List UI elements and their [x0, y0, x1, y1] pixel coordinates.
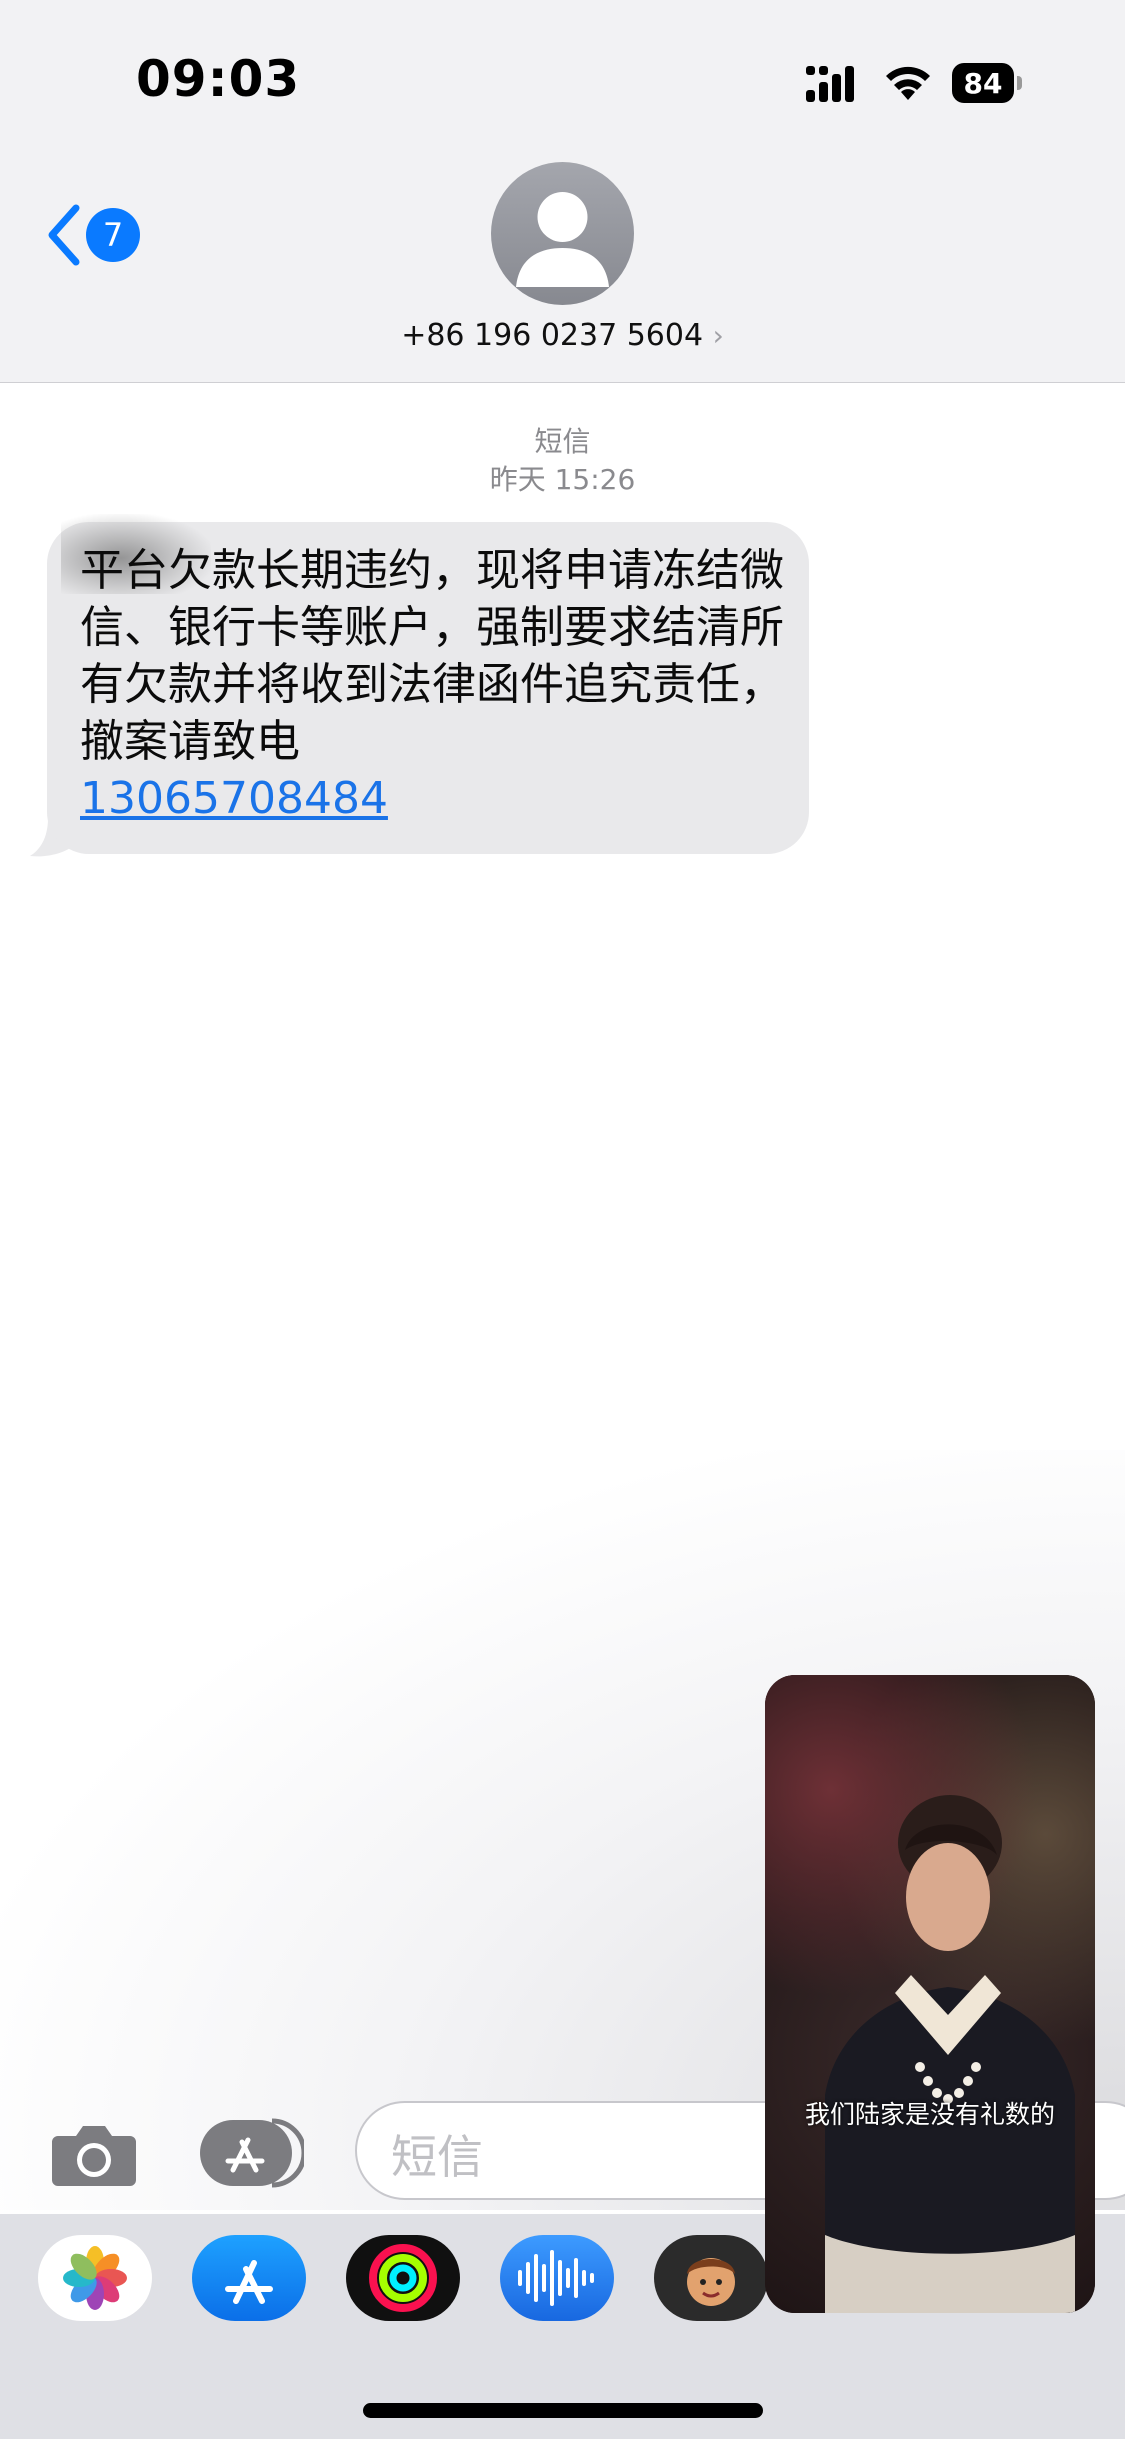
picture-in-picture-video[interactable]: 我们陆家是没有礼数的	[765, 1675, 1095, 2313]
memoji-icon	[687, 2258, 735, 2306]
message-timestamp: 昨天 15:26	[489, 463, 636, 496]
app-store-a-icon	[225, 2260, 273, 2304]
video-subtitle: 我们陆家是没有礼数的	[804, 2100, 1055, 2129]
video-person-figure	[825, 1795, 1075, 2313]
fitness-app-button[interactable]	[346, 2235, 460, 2321]
message-body: 平台欠款长期违约，现将申请冻结微信、银行卡等账户，强制要求结清所有欠款并将收到法…	[80, 545, 784, 767]
status-time: 09:03	[136, 50, 301, 108]
audio-message-app-button[interactable]	[500, 2235, 614, 2321]
chevron-right-icon: ›	[712, 319, 724, 352]
photos-app-button[interactable]	[38, 2235, 152, 2321]
wifi-icon	[886, 66, 930, 100]
waveform-icon	[518, 2250, 594, 2306]
app-store-icon	[200, 2118, 307, 2188]
camera-button[interactable]	[50, 2118, 138, 2188]
fitness-rings-icon	[369, 2244, 437, 2312]
camera-icon	[52, 2126, 136, 2186]
message-text: 平台欠款长期违约，现将申请冻结微信、银行卡等账户，强制要求结清所有欠款并将收到法…	[80, 542, 795, 827]
battery-level: 84	[952, 63, 1014, 103]
incoming-message-bubble[interactable]: 平台欠款长期违约，现将申请冻结微信、银行卡等账户，强制要求结清所有欠款并将收到法…	[47, 514, 809, 854]
contact-name[interactable]: +86 196 0237 5604 ›	[0, 318, 1125, 353]
contact-number: +86 196 0237 5604	[401, 318, 704, 353]
app-store-drawer-button[interactable]	[198, 2118, 307, 2188]
chevron-left-icon	[48, 204, 80, 266]
battery-indicator: 84	[952, 63, 1022, 103]
person-icon	[516, 192, 609, 287]
app-store-app-button[interactable]	[192, 2235, 306, 2321]
conversation-header: 09:03 84 7 +86 196 0237 5604 ›	[0, 0, 1125, 383]
memoji-app-button[interactable]	[654, 2235, 768, 2321]
cellular-signal-icon	[806, 66, 854, 102]
unread-count-badge: 7	[86, 208, 140, 262]
back-button[interactable]: 7	[44, 200, 144, 270]
service-label: 短信	[534, 425, 591, 458]
home-indicator[interactable]	[363, 2403, 763, 2418]
phone-link[interactable]: 13065708484	[80, 773, 388, 824]
photos-icon	[63, 2246, 127, 2310]
contact-avatar[interactable]	[491, 162, 634, 305]
battery-cap	[1017, 76, 1022, 90]
